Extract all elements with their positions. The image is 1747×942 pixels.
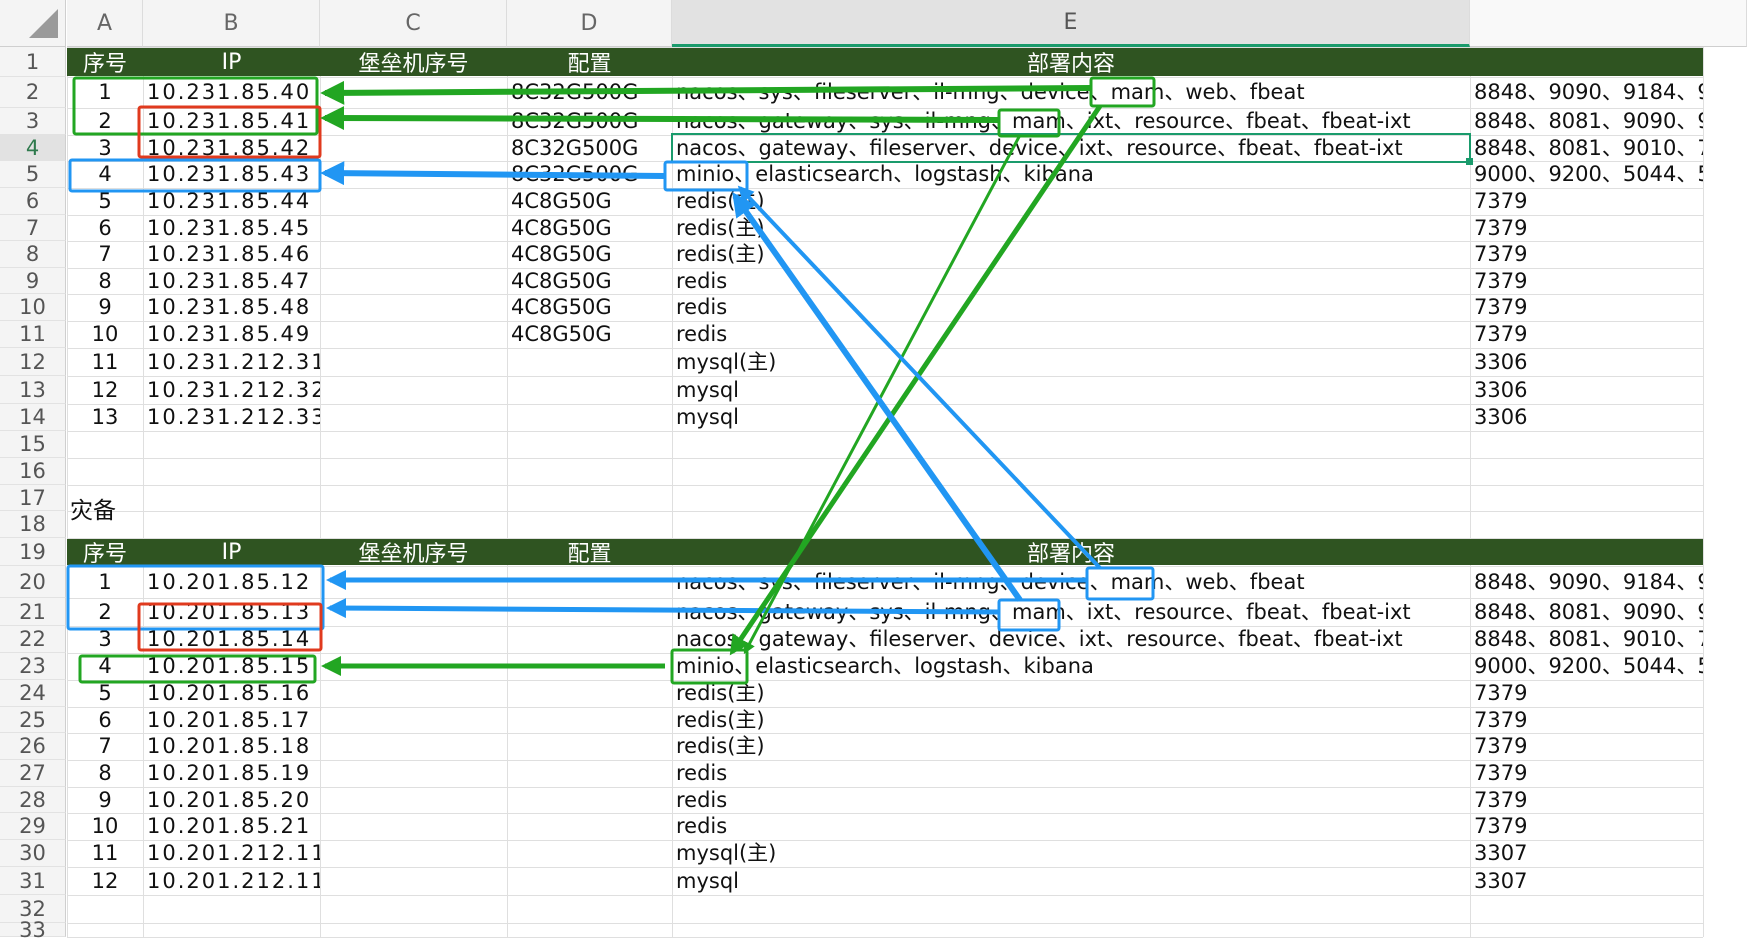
mam-green-box-row3 [997, 108, 1061, 138]
grid-row-line [67, 937, 1703, 938]
dr-group-red-box [137, 602, 323, 652]
minio-blue-box-row5 [663, 160, 749, 192]
arrow-diag-green-2 [743, 134, 1022, 655]
primary-group-red-box [137, 105, 322, 159]
fill-handle [1466, 158, 1473, 165]
arrow-diag-blue-1 [737, 185, 1102, 570]
minio-green-box-row23 [670, 648, 749, 685]
arrow-mam-to-row3 [320, 106, 1000, 131]
annotation-overlay [66, 76, 1473, 685]
mam-green-box-row2 [1089, 76, 1156, 108]
mam-blue-box-row21 [997, 598, 1061, 632]
arrow-mam-to-row2 [320, 80, 1092, 105]
arrow-diag-blue-2 [732, 192, 1023, 602]
dr-group-blue-box [66, 564, 325, 631]
mam-blue-box-row20 [1085, 566, 1155, 601]
primary-row5-blue-box [68, 158, 322, 193]
arrow-mam-to-row21 [326, 598, 1000, 619]
dr-row23-green-box [78, 654, 317, 684]
arrow-minio-to-row5 [320, 161, 666, 186]
